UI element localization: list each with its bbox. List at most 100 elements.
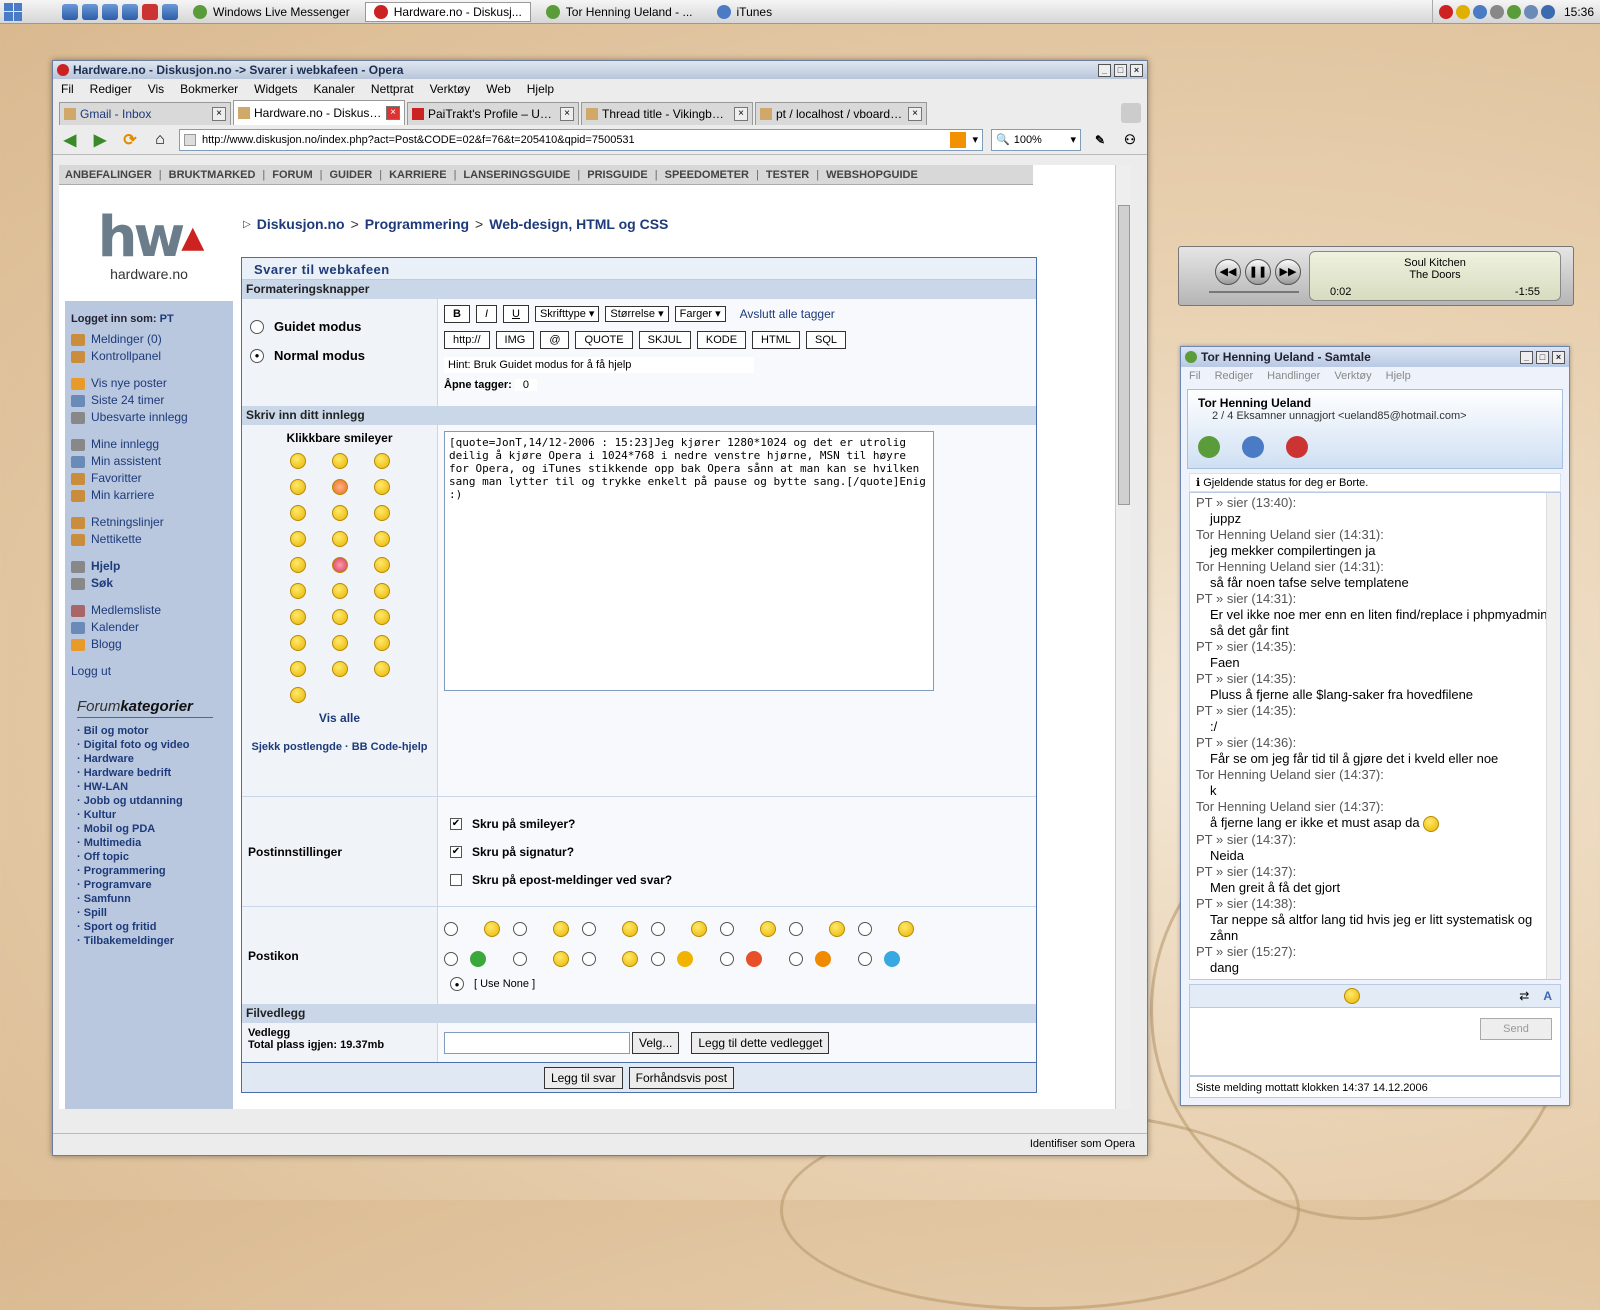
smiley-icon[interactable] [331, 505, 348, 521]
submit-reply-button[interactable]: Legg til svar [543, 1066, 623, 1089]
emoticon-picker-icon[interactable] [1343, 988, 1360, 1004]
menu-tools[interactable]: Verktøy [430, 82, 471, 96]
breadcrumb-link[interactable]: Programmering [365, 216, 469, 232]
enable-signature-checkbox[interactable]: ✔ [450, 846, 462, 858]
smiley-icon[interactable] [289, 531, 306, 547]
post-icon-radio[interactable] [444, 952, 458, 966]
chevron-down-icon[interactable]: ▾ [1070, 133, 1076, 146]
topnav-link[interactable]: TESTER [766, 169, 809, 181]
tab-phpmyadmin[interactable]: pt / localhost / vboard_0... × [755, 102, 927, 125]
close-tab-icon[interactable]: × [908, 107, 922, 121]
guided-mode-option[interactable]: Guidet modus [250, 319, 429, 334]
smiley-icon[interactable] [289, 687, 306, 703]
sidebar-item-netiquette[interactable]: Nettikette [71, 531, 227, 548]
menu-widgets[interactable]: Widgets [254, 82, 297, 96]
menu-tools[interactable]: Verktøy [1334, 370, 1371, 382]
taskbar-item-conversation[interactable]: Tor Henning Ueland - ... [537, 2, 702, 22]
taskbar-item-messenger[interactable]: Windows Live Messenger [184, 2, 359, 22]
taskbar-item-itunes[interactable]: iTunes [708, 2, 782, 22]
smiley-icon[interactable] [331, 609, 348, 625]
preview-post-button[interactable]: Forhåndsvis post [628, 1066, 735, 1089]
add-attachment-button[interactable]: Legg til dette vedlegget [691, 1031, 830, 1054]
code-button[interactable]: KODE [696, 331, 747, 349]
page-scrollbar[interactable] [1115, 165, 1131, 1109]
email-notify-option[interactable]: Skru på epost-meldinger ved svar? [450, 873, 1024, 887]
close-tab-icon[interactable]: × [560, 107, 574, 121]
smiley-icon[interactable] [289, 479, 306, 495]
smiley-icon[interactable] [373, 609, 390, 625]
close-tab-icon[interactable]: × [386, 106, 400, 120]
smiley-icon[interactable] [373, 557, 390, 573]
enable-signature-option[interactable]: ✔ Skru på signatur? [450, 845, 1024, 859]
quick-launch-icon[interactable] [62, 3, 78, 20]
show-all-smileys-link[interactable]: Vis alle [248, 711, 431, 725]
category-link[interactable]: · Programvare [77, 878, 233, 892]
post-icon-radio[interactable] [651, 952, 665, 966]
smiley-icon[interactable] [289, 583, 306, 599]
zoom-control[interactable]: 🔍 100% ▾ [991, 128, 1081, 151]
send-button[interactable]: Send [1480, 1018, 1552, 1040]
underline-button[interactable]: U [503, 305, 529, 323]
smiley-icon[interactable] [289, 609, 306, 625]
menu-edit[interactable]: Rediger [90, 82, 132, 96]
nudge-icon[interactable]: ⇄ [1519, 989, 1529, 1003]
category-link[interactable]: · Samfunn [77, 892, 233, 906]
shield-icon[interactable] [1455, 5, 1470, 19]
tab-vikingboard[interactable]: Thread title - Vikingboard × [581, 102, 753, 125]
category-link[interactable]: · Off topic [77, 850, 233, 864]
post-icon-radio[interactable] [858, 952, 872, 966]
normal-mode-radio[interactable]: ● [250, 348, 264, 363]
post-textarea[interactable]: [quote=JonT,14/12-2006 : 15:23]Jeg kjøre… [444, 431, 934, 691]
smiley-icon[interactable] [373, 661, 390, 677]
post-icon-radio[interactable] [444, 922, 458, 936]
sidebar-item-control-panel[interactable]: Kontrollpanel [71, 348, 227, 365]
category-link[interactable]: · Tilbakemeldinger [77, 934, 233, 948]
menu-file[interactable]: Fil [61, 82, 74, 96]
category-link[interactable]: · Programmering [77, 864, 233, 878]
messenger-titlebar[interactable]: Tor Henning Ueland - Samtale _ □ × [1181, 347, 1569, 367]
breadcrumb-link[interactable]: Diskusjon.no [257, 216, 345, 232]
menu-actions[interactable]: Handlinger [1267, 370, 1320, 382]
menu-file[interactable]: Fil [1189, 370, 1201, 382]
color-select[interactable]: Farger ▾ [674, 306, 726, 322]
taskbar-item-opera[interactable]: Hardware.no - Diskusj... [364, 1, 531, 22]
sidebar-item-search[interactable]: Søk [71, 575, 227, 592]
close-button[interactable]: × [1130, 63, 1143, 77]
sidebar-item-last-24h[interactable]: Siste 24 timer [71, 392, 227, 409]
call-icon[interactable] [1242, 436, 1264, 458]
previous-track-button[interactable]: ◀◀ [1215, 259, 1241, 285]
sidebar-item-my-posts[interactable]: Mine innlegg [71, 436, 227, 453]
tab-gmail[interactable]: Gmail - Inbox × [59, 102, 231, 125]
sidebar-item-guidelines[interactable]: Retningslinjer [71, 514, 227, 531]
volume-icon[interactable] [1489, 5, 1504, 19]
category-link[interactable]: · Spill [77, 906, 233, 920]
category-link[interactable]: · Sport og fritid [77, 920, 233, 934]
messenger-tray-icon[interactable] [1506, 5, 1521, 19]
html-button[interactable]: HTML [752, 331, 800, 349]
post-icon-radio[interactable] [789, 952, 803, 966]
smiley-icon[interactable] [331, 479, 348, 495]
address-field[interactable]: http://www.diskusjon.no/index.php?act=Po… [179, 128, 983, 151]
logout-link[interactable]: Logg ut [71, 663, 227, 680]
post-icon-radio[interactable] [513, 922, 527, 936]
sidebar-item-my-assistant[interactable]: Min assistent [71, 453, 227, 470]
topnav-link[interactable]: PRISGUIDE [587, 169, 648, 181]
home-icon[interactable]: ⌂ [149, 129, 171, 151]
smiley-icon[interactable] [373, 453, 390, 469]
category-link[interactable]: · Kultur [77, 808, 233, 822]
img-button[interactable]: IMG [495, 331, 535, 349]
identify-as-text[interactable]: Identifiser som Opera [1030, 1138, 1135, 1150]
email-notify-checkbox[interactable] [450, 874, 462, 886]
email-button[interactable]: @ [540, 331, 570, 349]
post-icon-radio[interactable] [582, 952, 596, 966]
smiley-icon[interactable] [373, 583, 390, 599]
topnav-link[interactable]: KARRIERE [389, 169, 446, 181]
sidebar-item-calendar[interactable]: Kalender [71, 619, 227, 636]
category-link[interactable]: · Mobil og PDA [77, 822, 233, 836]
menu-web[interactable]: Web [486, 82, 510, 96]
use-none-option[interactable]: ●[ Use None ] [450, 977, 1024, 991]
sidebar-item-blog[interactable]: Blogg [71, 636, 227, 653]
category-link[interactable]: · HW-LAN [77, 780, 233, 794]
forward-arrow-icon[interactable]: ▶ [89, 129, 111, 151]
quick-launch-icon[interactable] [122, 3, 138, 20]
